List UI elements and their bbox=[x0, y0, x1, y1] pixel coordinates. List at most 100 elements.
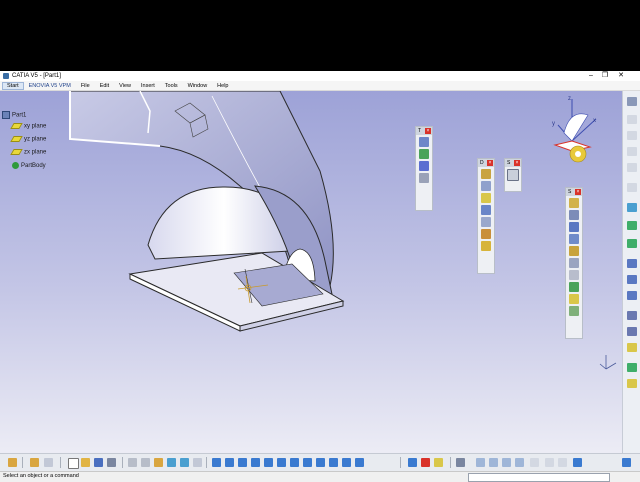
restore-button[interactable]: ❐ bbox=[598, 71, 612, 81]
undo-icon[interactable] bbox=[167, 458, 176, 467]
boolean-icon[interactable] bbox=[627, 291, 637, 300]
groove-icon[interactable] bbox=[569, 234, 579, 244]
pad-icon[interactable] bbox=[569, 198, 579, 208]
plane-tool-icon[interactable] bbox=[627, 203, 637, 212]
hole-icon[interactable] bbox=[569, 246, 579, 256]
power-input-field[interactable] bbox=[468, 473, 610, 482]
analysis-icon[interactable] bbox=[627, 239, 637, 248]
viewport-canvas[interactable]: z x y bbox=[0, 91, 622, 453]
iso-view-icon[interactable] bbox=[316, 458, 325, 467]
redo-icon[interactable] bbox=[180, 458, 189, 467]
stiffener-icon[interactable] bbox=[569, 282, 579, 292]
pan-icon[interactable] bbox=[238, 458, 247, 467]
close-icon[interactable]: × bbox=[514, 160, 520, 166]
boolean-icon[interactable] bbox=[627, 275, 637, 284]
table-icon[interactable] bbox=[530, 458, 539, 467]
fillet-icon[interactable] bbox=[481, 169, 491, 179]
plane-ref-icon[interactable] bbox=[627, 343, 637, 352]
close-icon[interactable]: × bbox=[487, 160, 493, 166]
rotate-icon[interactable] bbox=[419, 149, 429, 159]
cut-icon[interactable] bbox=[128, 458, 137, 467]
thread-icon[interactable] bbox=[481, 229, 491, 239]
tree-node-part1[interactable]: Part1 bbox=[2, 111, 26, 119]
point-icon[interactable] bbox=[627, 311, 637, 320]
link-icon[interactable] bbox=[476, 458, 485, 467]
tree-node-zx-plane[interactable]: zx plane bbox=[10, 149, 46, 156]
line-icon[interactable] bbox=[627, 327, 637, 336]
stop-icon[interactable] bbox=[421, 458, 430, 467]
sketch-tool-icon[interactable] bbox=[627, 131, 637, 140]
menu-view[interactable]: View bbox=[114, 83, 136, 89]
chamfer-icon[interactable] bbox=[481, 181, 491, 191]
sketch-tool-icon[interactable] bbox=[627, 163, 637, 172]
menu-help[interactable]: Help bbox=[212, 83, 233, 89]
measure-icon[interactable] bbox=[627, 221, 637, 230]
removed-multi-section-icon[interactable] bbox=[569, 306, 579, 316]
close-icon[interactable]: × bbox=[575, 189, 581, 195]
constraint-icon[interactable] bbox=[627, 183, 637, 192]
tree-node-xy-plane[interactable]: xy plane bbox=[10, 123, 46, 130]
close-button[interactable]: ✕ bbox=[614, 71, 628, 81]
swap-space-icon[interactable] bbox=[355, 458, 364, 467]
measure-between-icon[interactable] bbox=[434, 458, 443, 467]
draft-icon[interactable] bbox=[481, 193, 491, 203]
new-icon[interactable] bbox=[68, 458, 79, 469]
knowledge-icon[interactable] bbox=[558, 458, 567, 467]
rotate-view-icon[interactable] bbox=[251, 458, 260, 467]
help-icon[interactable] bbox=[193, 458, 202, 467]
translate-icon[interactable] bbox=[419, 137, 429, 147]
thickness-icon[interactable] bbox=[481, 217, 491, 227]
menu-insert[interactable]: Insert bbox=[136, 83, 160, 89]
sketch-workbench-icon[interactable] bbox=[30, 458, 39, 467]
scale-icon[interactable] bbox=[419, 173, 429, 183]
menu-edit[interactable]: Edit bbox=[95, 83, 114, 89]
boolean-icon[interactable] bbox=[627, 259, 637, 268]
sketch-icon[interactable] bbox=[507, 169, 519, 181]
hide-show-icon[interactable] bbox=[342, 458, 351, 467]
fit-all-icon[interactable] bbox=[225, 458, 234, 467]
copy-icon[interactable] bbox=[141, 458, 150, 467]
workbench-icon[interactable] bbox=[8, 458, 17, 467]
grid-icon[interactable] bbox=[515, 458, 524, 467]
3d-viewport[interactable]: z x y Part1 xy plane yz plane zx plane P… bbox=[0, 91, 622, 453]
catalog-icon[interactable] bbox=[573, 458, 582, 467]
web-icon[interactable] bbox=[489, 458, 498, 467]
multi-view-icon[interactable] bbox=[303, 458, 312, 467]
pattern-icon[interactable] bbox=[419, 161, 429, 171]
snap-icon[interactable] bbox=[502, 458, 511, 467]
gear-icon[interactable] bbox=[627, 97, 637, 106]
pocket-icon[interactable] bbox=[569, 210, 579, 220]
open-icon[interactable] bbox=[81, 458, 90, 467]
save-icon[interactable] bbox=[94, 458, 103, 467]
menu-start[interactable]: Start bbox=[2, 81, 24, 90]
slot-icon[interactable] bbox=[569, 270, 579, 280]
paste-icon[interactable] bbox=[154, 458, 163, 467]
shading-icon[interactable] bbox=[329, 458, 338, 467]
zoom-in-icon[interactable] bbox=[264, 458, 273, 467]
remove-face-icon[interactable] bbox=[481, 241, 491, 251]
menu-tools[interactable]: Tools bbox=[160, 83, 183, 89]
close-icon[interactable]: × bbox=[425, 128, 431, 134]
normal-view-icon[interactable] bbox=[290, 458, 299, 467]
render-icon[interactable] bbox=[627, 379, 637, 388]
print-icon[interactable] bbox=[107, 458, 116, 467]
check-icon[interactable] bbox=[44, 458, 53, 467]
zoom-out-icon[interactable] bbox=[277, 458, 286, 467]
menu-enovia[interactable]: ENOVIA V5 VPM bbox=[24, 83, 76, 89]
minimize-button[interactable]: – bbox=[584, 71, 598, 81]
apply-material-icon[interactable] bbox=[627, 363, 637, 372]
update-icon[interactable] bbox=[408, 458, 417, 467]
menu-file[interactable]: File bbox=[76, 83, 95, 89]
multi-section-solid-icon[interactable] bbox=[569, 294, 579, 304]
sketch-tool-icon[interactable] bbox=[627, 115, 637, 124]
tree-node-yz-plane[interactable]: yz plane bbox=[10, 136, 46, 143]
formula-icon[interactable] bbox=[545, 458, 554, 467]
sketch-tool-icon[interactable] bbox=[627, 147, 637, 156]
fly-mode-icon[interactable] bbox=[212, 458, 221, 467]
tree-node-partbody[interactable]: PartBody bbox=[12, 162, 46, 169]
keyboard-icon[interactable] bbox=[456, 458, 465, 467]
menu-window[interactable]: Window bbox=[183, 83, 213, 89]
shaft-icon[interactable] bbox=[569, 222, 579, 232]
shell-icon[interactable] bbox=[481, 205, 491, 215]
rib-icon[interactable] bbox=[569, 258, 579, 268]
